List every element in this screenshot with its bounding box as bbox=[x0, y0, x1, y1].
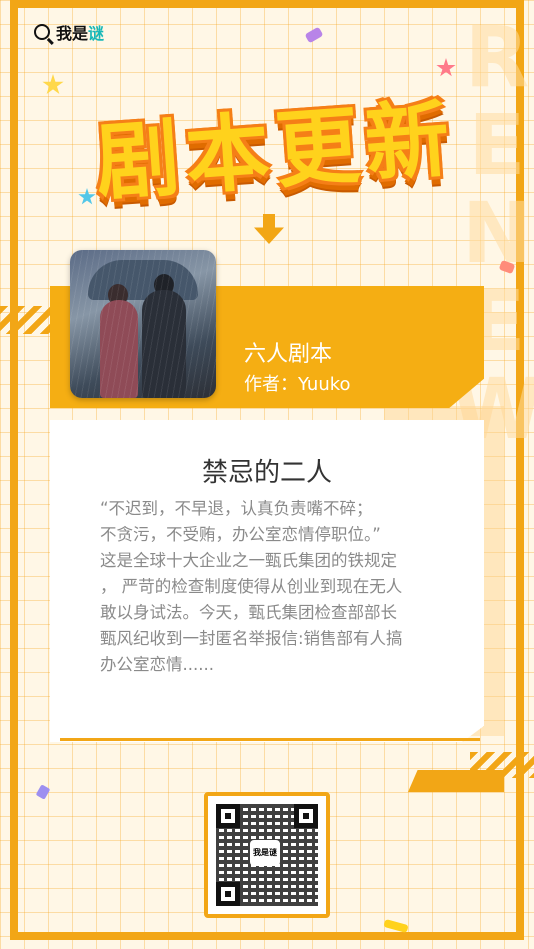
logo-text-accent: 谜 bbox=[88, 24, 105, 43]
qr-finder bbox=[216, 804, 240, 828]
logo-text-primary: 我是 bbox=[56, 24, 89, 43]
magnifier-icon bbox=[34, 24, 50, 40]
script-author: 作者：Yuuko bbox=[244, 374, 351, 395]
stripe-decoration bbox=[470, 752, 534, 778]
headline-block: 剧本更新 bbox=[50, 74, 500, 213]
script-type: 六人剧本 bbox=[244, 342, 333, 367]
script-cover-image[interactable] bbox=[70, 250, 216, 398]
qr-code[interactable]: 我是谜 bbox=[204, 792, 330, 918]
script-title: 禁忌的二人 bbox=[201, 458, 332, 488]
qr-finder bbox=[216, 882, 240, 906]
synopsis-text: “不迟到，不早退，认真负责嘴不碎； 不贪污，不受贿，办公室恋情停职位。” 这是全… bbox=[100, 499, 403, 674]
headline: 剧本更新 bbox=[92, 89, 459, 213]
qr-center-logo: 我是谜 bbox=[250, 840, 280, 866]
qr-finder bbox=[294, 804, 318, 828]
rain-overlay bbox=[70, 250, 216, 398]
stripe-decoration bbox=[0, 306, 50, 334]
brand-logo[interactable]: 我是谜 bbox=[34, 20, 104, 44]
